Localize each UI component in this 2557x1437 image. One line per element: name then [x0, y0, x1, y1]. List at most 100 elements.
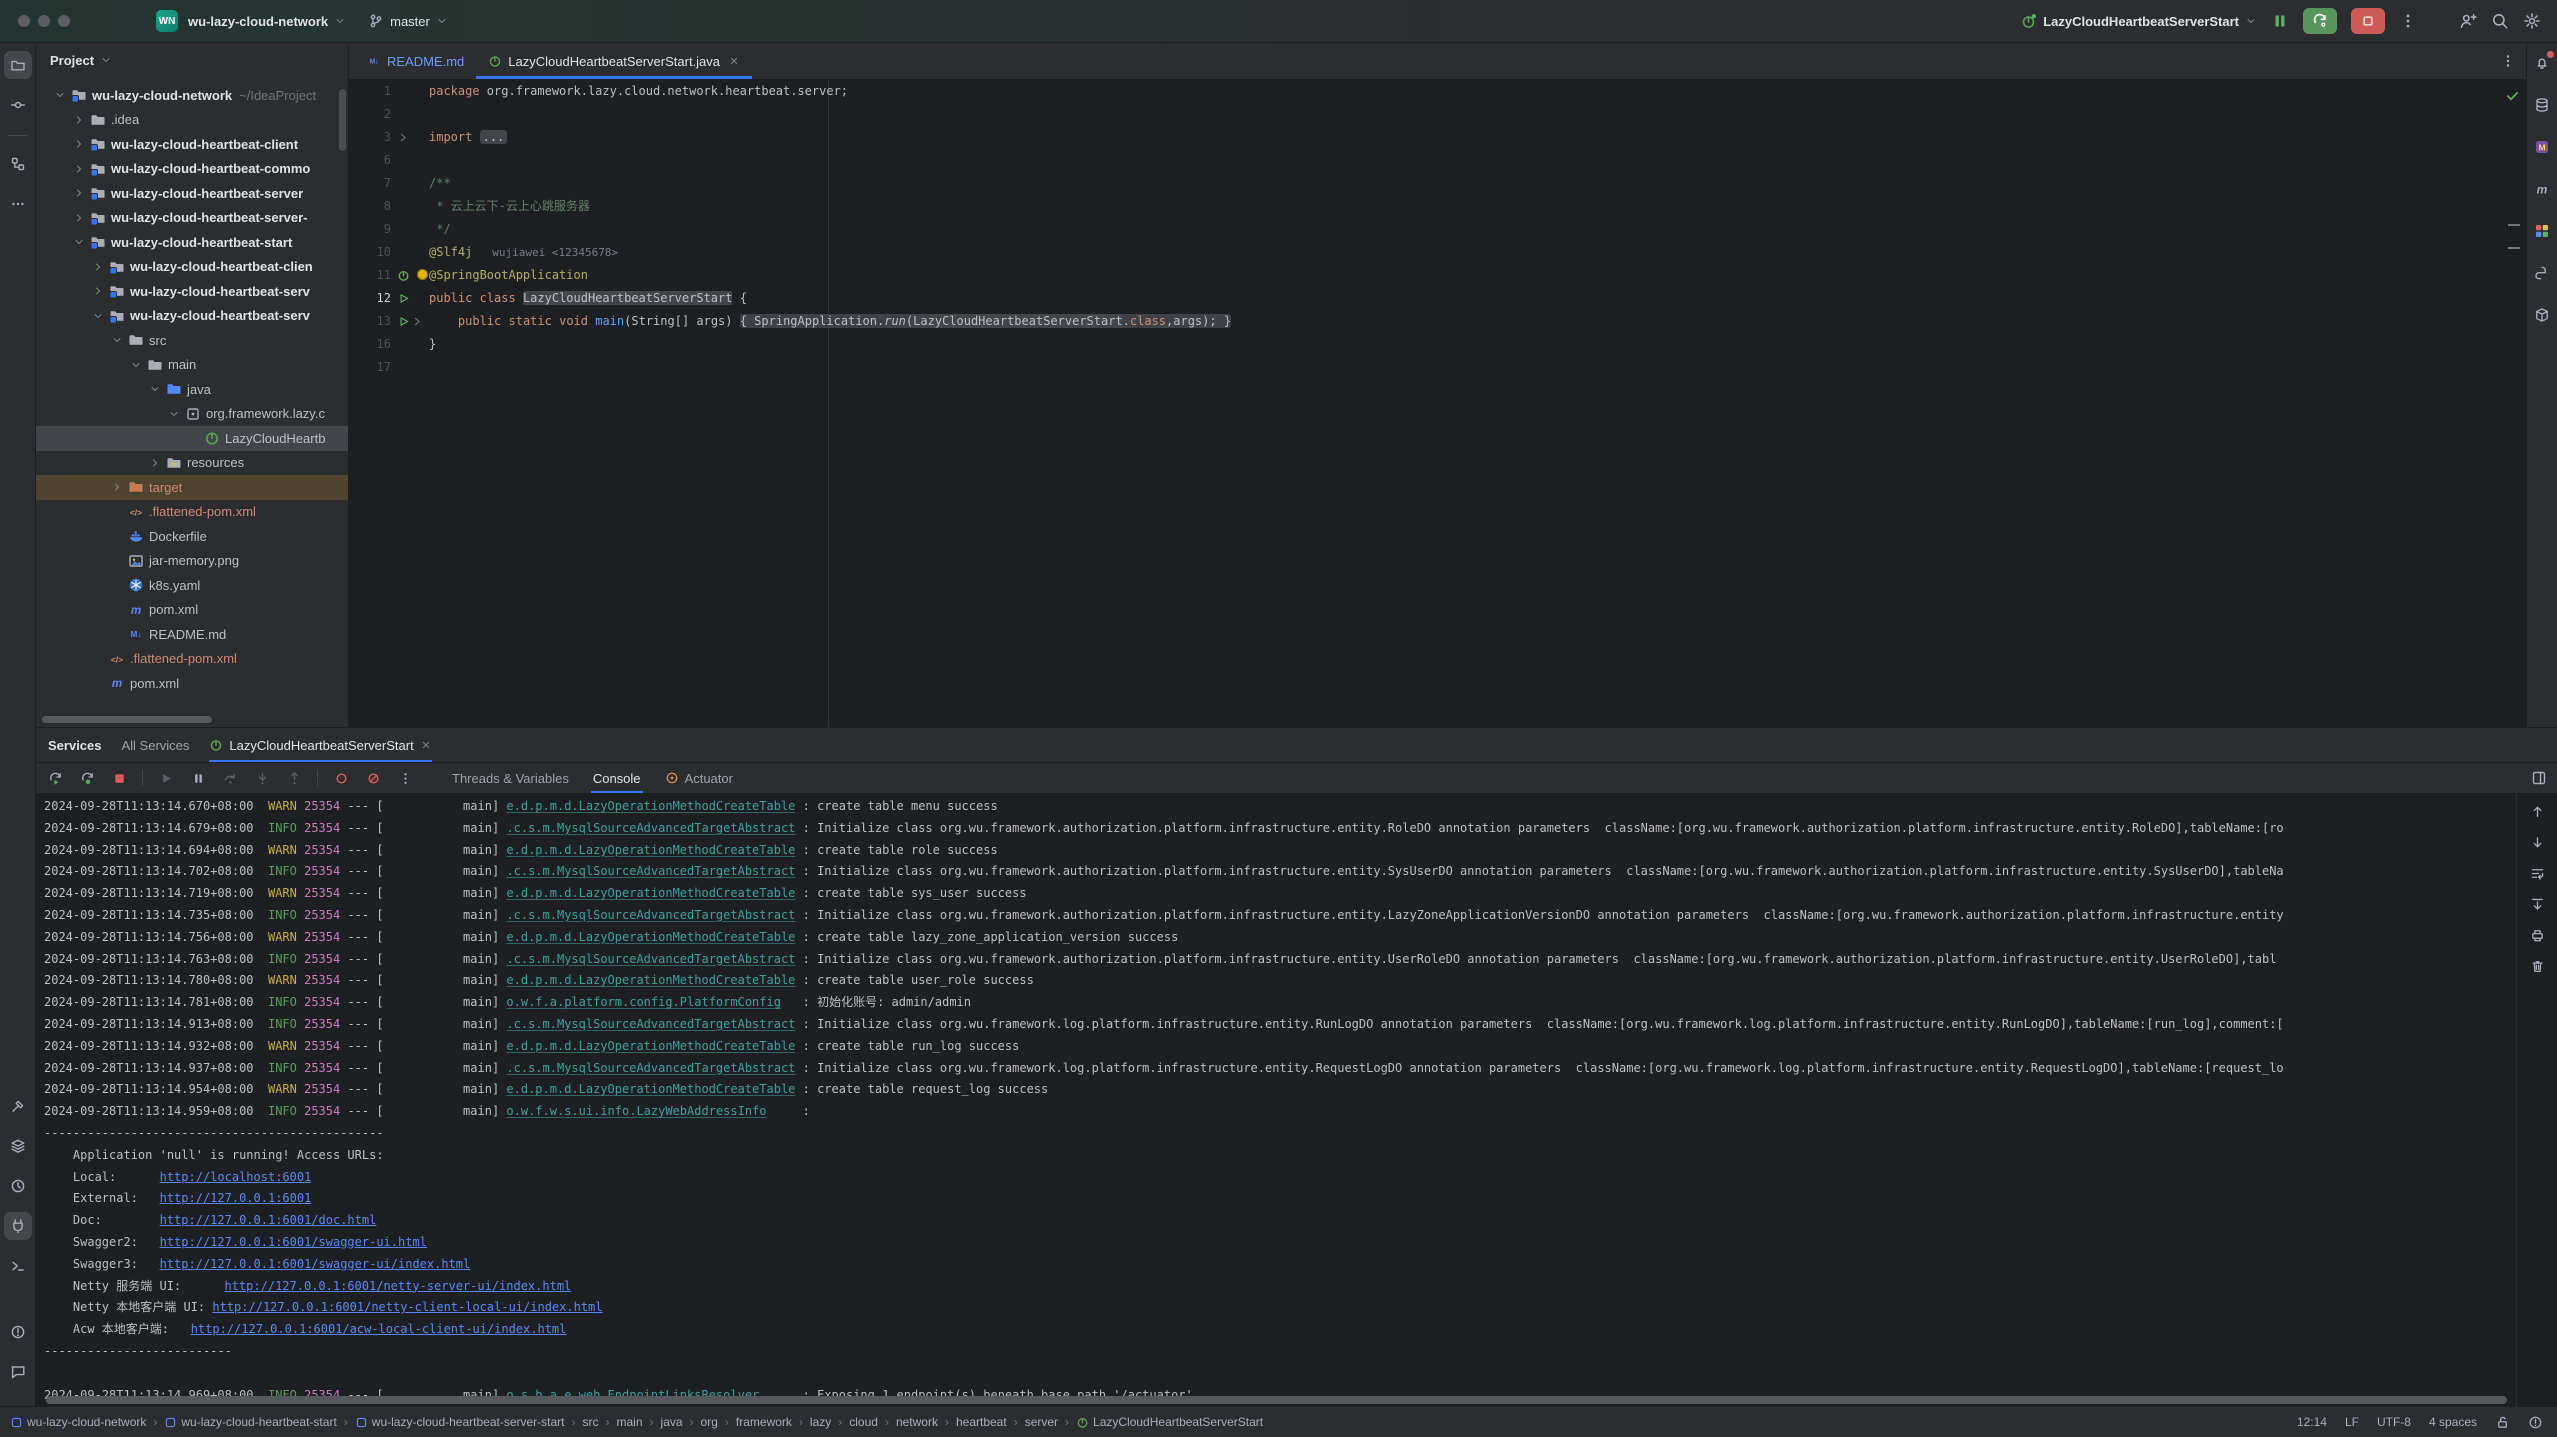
build-tool-button[interactable] — [4, 1092, 32, 1120]
chevron-expanded-icon[interactable] — [73, 235, 90, 249]
folded-region[interactable]: ... — [480, 130, 508, 144]
chevron-collapsed-icon[interactable] — [92, 260, 109, 274]
tree-item[interactable]: LazyCloudHeartb — [36, 426, 348, 451]
tree-item[interactable]: wu-lazy-cloud-heartbeat-server — [36, 181, 348, 206]
problems-tool-button[interactable] — [4, 1318, 32, 1346]
step-over-button[interactable] — [219, 767, 241, 789]
tree-item[interactable]: .idea — [36, 108, 348, 133]
tree-item[interactable]: wu-lazy-cloud-heartbeat-client — [36, 132, 348, 157]
tab-threads-variables[interactable]: Threads & Variables — [440, 763, 581, 793]
pause-process-button[interactable] — [2271, 12, 2289, 30]
breadcrumb-item[interactable]: heartbeat — [956, 1415, 1007, 1429]
folded-region[interactable]: { SpringApplication.run(LazyCloudHeartbe… — [740, 314, 1231, 328]
console-link[interactable]: http://127.0.0.1:6001/netty-server-ui/in… — [225, 1279, 572, 1293]
code-editor[interactable]: 1package org.framework.lazy.cloud.networ… — [349, 80, 2526, 727]
run-line-button[interactable] — [397, 292, 410, 305]
tree-item[interactable]: M↓README.md — [36, 622, 348, 647]
notifications-tool-button[interactable] — [2532, 53, 2552, 73]
console-horizontal-scrollbar[interactable] — [46, 1396, 2507, 1404]
tree-item[interactable]: jar-memory.png — [36, 549, 348, 574]
status-widget[interactable]: 4 spaces — [2429, 1415, 2477, 1429]
branch-selector[interactable]: master — [368, 13, 448, 29]
console-logger-link[interactable]: e.d.p.m.d.LazyOperationMethodCreateTable — [506, 930, 795, 944]
resume-button[interactable] — [155, 767, 177, 789]
console-link[interactable]: http://127.0.0.1:6001/swagger-ui.html — [160, 1235, 427, 1249]
scroll-down-button[interactable] — [2526, 831, 2548, 853]
run-console-output[interactable]: 2024-09-28T11:13:14.670+08:00 WARN 25354… — [36, 794, 2516, 1407]
mybatis-tool-button[interactable]: M — [2532, 137, 2552, 157]
stop-button[interactable] — [108, 767, 130, 789]
search-everywhere-button[interactable] — [2491, 12, 2509, 30]
console-logger-link[interactable]: o.w.f.a.platform.config.PlatformConfig — [506, 995, 781, 1009]
fold-region-icon[interactable] — [397, 131, 410, 144]
console-logger-link[interactable]: .c.s.m.MysqlSourceAdvancedTargetAbstract — [506, 1017, 795, 1031]
tree-item[interactable]: resources — [36, 451, 348, 476]
scroll-up-button[interactable] — [2526, 800, 2548, 822]
console-link[interactable]: http://127.0.0.1:6001/netty-client-local… — [212, 1300, 602, 1314]
breadcrumb-item[interactable]: java — [661, 1415, 683, 1429]
tree-horizontal-scrollbar[interactable] — [42, 716, 212, 723]
breadcrumb-item[interactable]: framework — [736, 1415, 792, 1429]
clear-button[interactable] — [2526, 955, 2548, 977]
breadcrumb-item[interactable]: org — [701, 1415, 718, 1429]
chevron-collapsed-icon[interactable] — [73, 162, 90, 176]
close-window-button[interactable] — [18, 15, 30, 27]
print-button[interactable] — [2526, 924, 2548, 946]
view-breakpoints-button[interactable] — [330, 767, 352, 789]
tree-item[interactable]: main — [36, 353, 348, 378]
tree-item[interactable]: wu-lazy-cloud-network~/IdeaProject — [36, 83, 348, 108]
console-logger-link[interactable]: e.d.p.m.d.LazyOperationMethodCreateTable — [506, 843, 795, 857]
spring-bean-gutter-icon[interactable] — [397, 269, 410, 282]
breadcrumb-item[interactable]: src — [583, 1415, 599, 1429]
tree-item[interactable]: wu-lazy-cloud-heartbeat-serv — [36, 304, 348, 329]
code-with-me-button[interactable] — [2459, 12, 2477, 30]
maximize-window-button[interactable] — [58, 15, 70, 27]
tree-item[interactable]: </>.flattened-pom.xml — [36, 647, 348, 672]
tree-item[interactable]: org.framework.lazy.c — [36, 402, 348, 427]
more-button[interactable] — [394, 767, 416, 789]
comments-tool-button[interactable] — [4, 1358, 32, 1386]
console-link[interactable]: http://127.0.0.1:6001/acw-local-client-u… — [191, 1322, 567, 1336]
chevron-expanded-icon[interactable] — [149, 382, 166, 396]
chevron-collapsed-icon[interactable] — [73, 113, 90, 127]
chevron-collapsed-icon[interactable] — [92, 284, 109, 298]
tree-item[interactable]: wu-lazy-cloud-heartbeat-commo — [36, 157, 348, 182]
settings-button[interactable] — [2523, 12, 2541, 30]
status-widget[interactable]: LF — [2345, 1415, 2359, 1429]
breadcrumb-item[interactable]: network — [896, 1415, 938, 1429]
console-link[interactable]: http://127.0.0.1:6001/swagger-ui/index.h… — [160, 1257, 471, 1271]
status-widget[interactable]: UTF-8 — [2377, 1415, 2411, 1429]
breadcrumb-item[interactable]: wu-lazy-cloud-heartbeat-server-start — [355, 1415, 565, 1429]
console-logger-link[interactable]: .c.s.m.MysqlSourceAdvancedTargetAbstract — [506, 908, 795, 922]
chevron-expanded-icon[interactable] — [168, 407, 185, 421]
breadcrumb-item[interactable]: cloud — [849, 1415, 878, 1429]
mute-breakpoints-button[interactable] — [362, 767, 384, 789]
rerun-button[interactable] — [44, 767, 66, 789]
tree-item[interactable]: wu-lazy-cloud-heartbeat-serv — [36, 279, 348, 304]
tab-actuator[interactable]: Actuator — [653, 763, 745, 793]
chevron-expanded-icon[interactable] — [92, 309, 109, 323]
status-widget[interactable]: 12:14 — [2297, 1415, 2327, 1429]
chevron-expanded-icon[interactable] — [130, 358, 147, 372]
console-logger-link[interactable]: e.d.p.m.d.LazyOperationMethodCreateTable — [506, 1039, 795, 1053]
console-logger-link[interactable]: .c.s.m.MysqlSourceAdvancedTargetAbstract — [506, 821, 795, 835]
tree-item[interactable]: </>.flattened-pom.xml — [36, 500, 348, 525]
tab-console[interactable]: Console — [581, 763, 653, 793]
console-logger-link[interactable]: e.d.p.m.d.LazyOperationMethodCreateTable — [506, 973, 795, 987]
scroll-to-end-button[interactable] — [2526, 893, 2548, 915]
chevron-expanded-icon[interactable] — [111, 333, 128, 347]
console-logger-link[interactable]: e.d.p.m.d.LazyOperationMethodCreateTable — [506, 799, 795, 813]
console-logger-link[interactable]: e.d.p.m.d.LazyOperationMethodCreateTable — [506, 886, 795, 900]
window-controls[interactable] — [18, 15, 70, 27]
breadcrumb-item[interactable]: wu-lazy-cloud-heartbeat-start — [164, 1415, 336, 1429]
console-logger-link[interactable]: o.w.f.w.s.ui.info.LazyWebAddressInfo — [506, 1104, 766, 1118]
console-logger-link[interactable]: .c.s.m.MysqlSourceAdvancedTargetAbstract — [506, 952, 795, 966]
gradle-tool-button[interactable] — [2532, 263, 2552, 283]
project-selector[interactable]: wu-lazy-cloud-network — [188, 14, 346, 29]
commit-tool-button[interactable] — [4, 91, 32, 119]
editor-options-button[interactable] — [2500, 53, 2516, 69]
breadcrumb-item[interactable]: lazy — [810, 1415, 831, 1429]
breadcrumb-item[interactable]: main — [617, 1415, 643, 1429]
close-tab-icon[interactable] — [420, 739, 432, 751]
tree-item[interactable]: wu-lazy-cloud-heartbeat-clien — [36, 255, 348, 280]
